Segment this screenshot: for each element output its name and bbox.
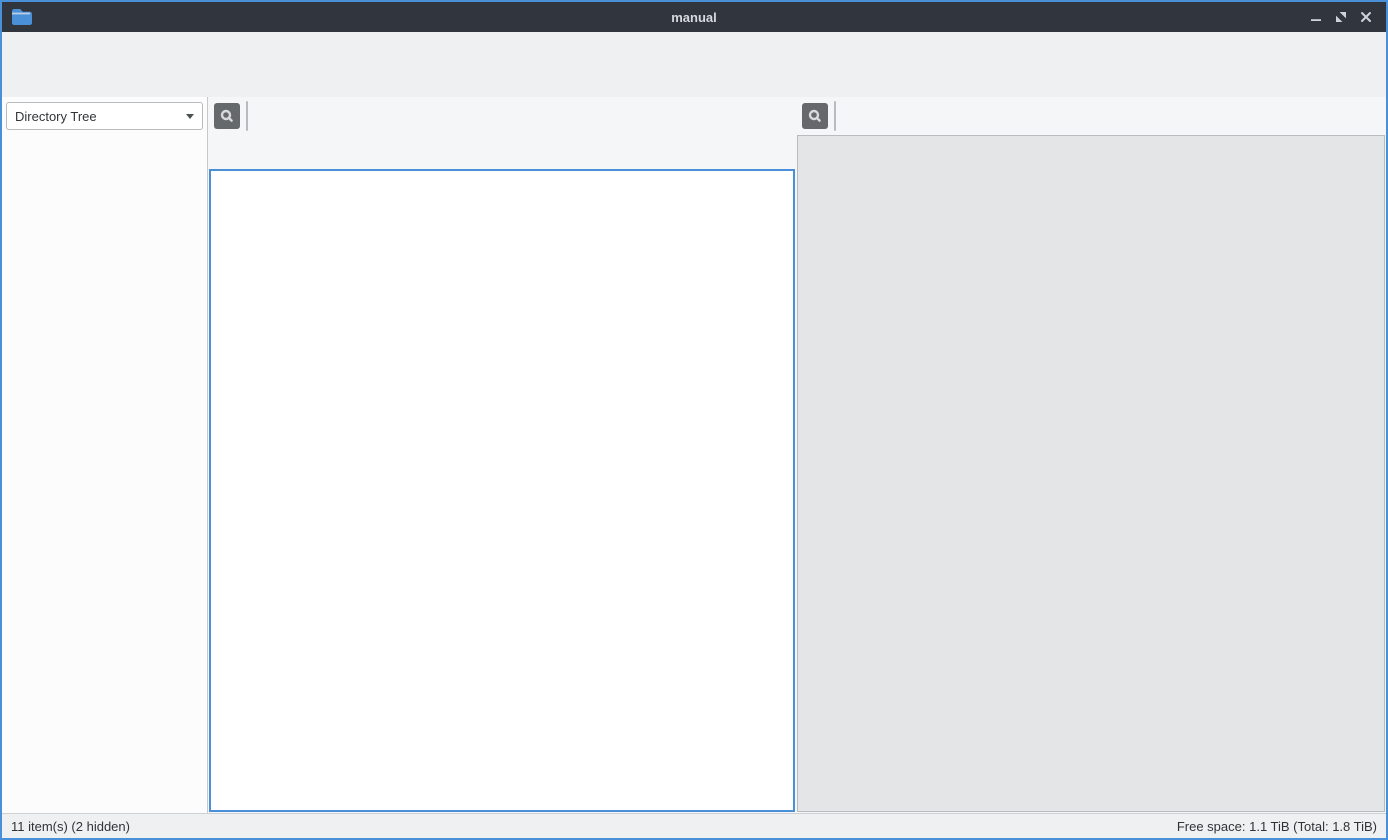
right-file-view[interactable] bbox=[797, 135, 1385, 812]
status-free-space: Free space: 1.1 TiB (Total: 1.8 TiB) bbox=[1177, 819, 1377, 834]
right-pane bbox=[796, 97, 1386, 813]
menubar bbox=[2, 32, 1386, 61]
close-button[interactable] bbox=[1358, 9, 1374, 25]
right-pathbar bbox=[796, 97, 1386, 135]
minimize-button[interactable] bbox=[1308, 9, 1324, 25]
sidebar-mode-select[interactable]: Directory Tree bbox=[6, 102, 203, 130]
left-pane bbox=[208, 97, 796, 813]
left-file-view[interactable] bbox=[209, 169, 795, 812]
titlebar: manual bbox=[2, 2, 1386, 32]
path-search-button[interactable] bbox=[802, 103, 828, 129]
directory-tree bbox=[2, 136, 207, 813]
file-manager-window: manual Directory Tree bbox=[0, 0, 1388, 840]
restore-button[interactable] bbox=[1333, 9, 1349, 25]
breadcrumb bbox=[246, 101, 248, 131]
chevron-down-icon bbox=[186, 114, 194, 119]
status-items-count: 11 item(s) (2 hidden) bbox=[11, 819, 130, 834]
left-pathbar bbox=[208, 97, 796, 135]
path-search-button[interactable] bbox=[214, 103, 240, 129]
sidebar: Directory Tree bbox=[2, 97, 208, 813]
sidebar-mode-label: Directory Tree bbox=[15, 109, 186, 124]
toolbar bbox=[2, 61, 1386, 97]
breadcrumb bbox=[834, 101, 836, 131]
left-tabbar bbox=[208, 135, 796, 169]
main-area: Directory Tree bbox=[2, 97, 1386, 813]
statusbar: 11 item(s) (2 hidden) Free space: 1.1 Ti… bbox=[2, 813, 1386, 838]
window-title: manual bbox=[2, 10, 1386, 25]
